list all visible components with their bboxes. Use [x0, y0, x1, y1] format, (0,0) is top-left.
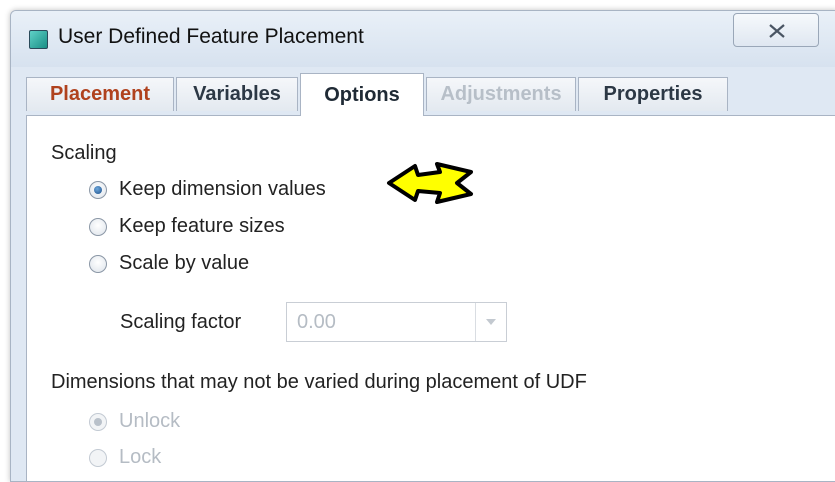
radio-label: Lock	[119, 446, 162, 468]
tab-variables[interactable]: Variables	[176, 77, 298, 111]
title-bar[interactable]: User Defined Feature Placement	[11, 11, 835, 67]
scaling-heading: Scaling	[51, 142, 117, 164]
radio-keep-feature-sizes[interactable]: Keep feature sizes	[89, 215, 285, 238]
tab-placement[interactable]: Placement	[26, 77, 174, 111]
tab-bar: Placement Variables Options Adjustments …	[26, 73, 826, 116]
radio-label: Unlock	[119, 410, 181, 432]
radio-button[interactable]	[89, 254, 107, 273]
scaling-factor-label: Scaling factor	[120, 311, 242, 333]
arrow-icon	[387, 162, 473, 204]
radio-button[interactable]	[89, 217, 107, 236]
radio-button	[89, 448, 107, 467]
radio-button	[89, 412, 107, 431]
tab-adjustments: Adjustments	[426, 77, 576, 111]
radio-label: Scale by value	[119, 252, 250, 274]
tab-options[interactable]: Options	[300, 73, 424, 116]
radio-lock: Lock	[89, 446, 161, 469]
radio-scale-by-value[interactable]: Scale by value	[89, 252, 249, 275]
close-button[interactable]	[733, 13, 819, 47]
dimensions-heading: Dimensions that may not be varied during…	[51, 371, 587, 393]
radio-label: Keep feature sizes	[119, 215, 285, 237]
scaling-factor-value: 0.00	[297, 311, 336, 333]
radio-label: Keep dimension values	[119, 178, 326, 200]
radio-unlock: Unlock	[89, 410, 180, 433]
radio-keep-dimension-values[interactable]: Keep dimension values	[89, 178, 326, 201]
app-icon	[29, 30, 48, 49]
tab-properties[interactable]: Properties	[578, 77, 728, 111]
combo-dropdown-button	[475, 303, 506, 341]
chevron-down-icon	[486, 319, 496, 325]
close-icon	[769, 24, 785, 38]
window-title: User Defined Feature Placement	[58, 25, 364, 48]
radio-button[interactable]	[89, 180, 107, 199]
scaling-factor-combo: 0.00	[286, 302, 507, 342]
dialog-window: User Defined Feature Placement Placement…	[10, 10, 835, 482]
